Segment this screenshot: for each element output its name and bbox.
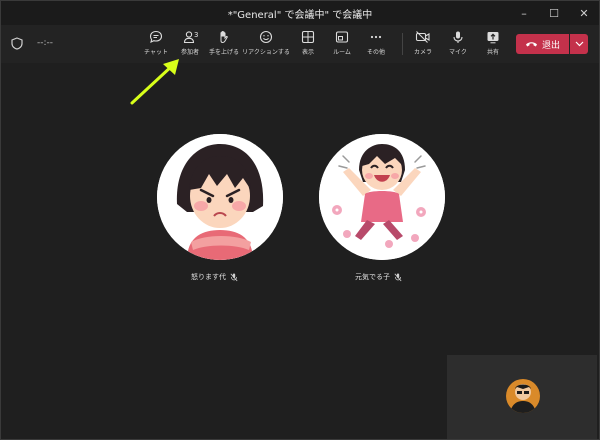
share-label: 共有 [486, 49, 499, 56]
view-label: 表示 [301, 49, 314, 56]
angry-girl-illustration [157, 134, 283, 260]
toolbar-divider [402, 33, 403, 55]
title-bar: *"General" で会議中" で会議中 – ☐ ✕ [1, 1, 599, 25]
more-dots-icon [369, 29, 383, 45]
rooms-icon [335, 29, 349, 45]
participant-avatar-angry[interactable] [157, 134, 283, 260]
chat-button[interactable]: チャット [139, 29, 173, 59]
close-icon: ✕ [579, 6, 589, 20]
participant-name-2: 元気でる子 [355, 272, 402, 282]
more-label: その他 [366, 49, 385, 56]
maximize-button[interactable]: ☐ [539, 1, 569, 25]
rooms-label: ルーム [333, 49, 351, 56]
share-screen-icon [486, 29, 500, 45]
participants-count: 3 [194, 31, 199, 39]
participant-name-text: 元気でる子 [355, 273, 390, 281]
participants-button[interactable]: 3 参加者 [173, 29, 207, 59]
shield-icon[interactable] [11, 37, 23, 50]
chevron-down-icon [575, 41, 583, 47]
self-view-tile[interactable] [447, 355, 597, 439]
minimize-button[interactable]: – [509, 1, 539, 25]
phone-hangup-icon [525, 42, 537, 47]
meeting-toolbar: --:-- チャット 3 参加者 手を上げる リアクションする 表示 ルーム そ… [1, 25, 599, 63]
camera-button[interactable]: カメラ [406, 29, 440, 59]
self-avatar [506, 379, 540, 413]
mic-muted-icon [394, 273, 402, 281]
participant-name-1: 怒ります代 [191, 272, 238, 282]
smiley-icon [259, 29, 273, 45]
mic-button[interactable]: マイク [441, 29, 475, 59]
leave-label: 退出 [541, 40, 560, 51]
leave-options-dropdown[interactable] [570, 34, 588, 54]
teams-meeting-window: *"General" で会議中" で会議中 – ☐ ✕ --:-- チャット 3… [0, 0, 600, 440]
participant-name-text: 怒ります代 [191, 273, 226, 281]
close-button[interactable]: ✕ [569, 1, 599, 25]
maximize-icon: ☐ [549, 6, 559, 20]
reactions-button[interactable]: リアクションする [242, 29, 290, 59]
raise-hand-button[interactable]: 手を上げる [207, 29, 241, 59]
raise-hand-label: 手を上げる [208, 49, 239, 56]
grid-view-icon [301, 29, 315, 45]
more-button[interactable]: その他 [359, 29, 393, 59]
microphone-icon [451, 29, 465, 45]
chat-label: チャット [144, 49, 168, 56]
minimize-icon: – [521, 6, 527, 20]
camera-label: カメラ [413, 49, 432, 56]
leave-button[interactable]: 退出 [516, 34, 569, 54]
hand-icon [217, 29, 231, 45]
self-avatar-image [506, 379, 540, 413]
share-button[interactable]: 共有 [476, 29, 510, 59]
mic-muted-icon [230, 273, 238, 281]
participants-label: 参加者 [180, 49, 199, 56]
meeting-timer: --:-- [37, 38, 54, 48]
mic-label: マイク [449, 49, 467, 56]
reactions-label: リアクションする [242, 49, 290, 56]
chat-icon [149, 29, 163, 45]
camera-off-icon [415, 29, 431, 45]
view-button[interactable]: 表示 [291, 29, 325, 59]
happy-girl-illustration [319, 134, 445, 260]
participant-avatar-happy[interactable] [319, 134, 445, 260]
rooms-button[interactable]: ルーム [325, 29, 359, 59]
annotation-arrow [130, 59, 179, 105]
